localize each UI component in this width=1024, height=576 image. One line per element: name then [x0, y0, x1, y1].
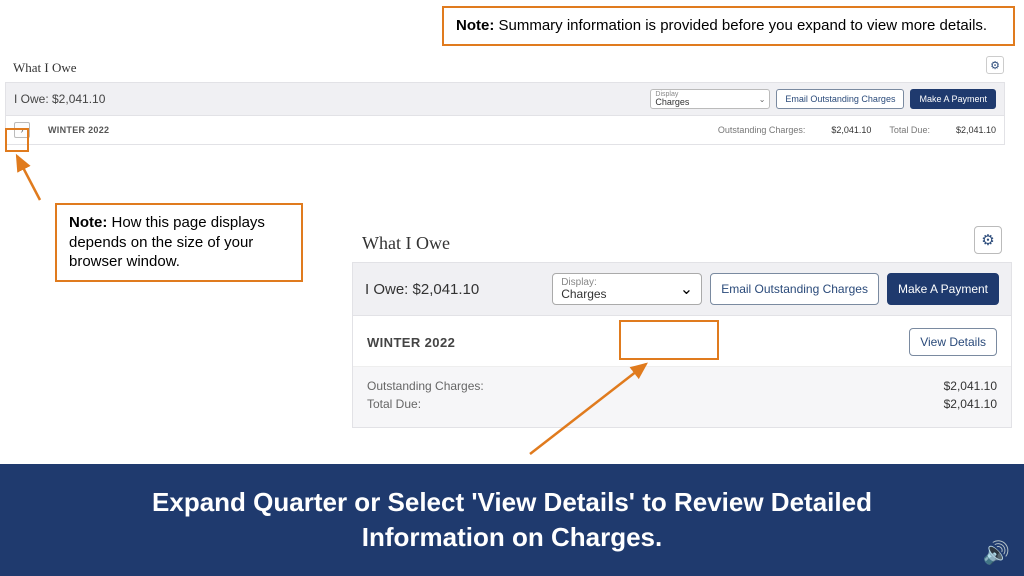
wide-view: What I Owe I Owe: $2,041.10 Display Char…: [5, 56, 1005, 145]
total-due-label: Total Due:: [889, 125, 930, 135]
display-select[interactable]: Display: Charges ⌄: [552, 273, 702, 305]
email-charges-button[interactable]: Email Outstanding Charges: [776, 89, 904, 109]
term-card: WINTER 2022 View Details Outstanding Cha…: [352, 316, 1012, 428]
view-details-button[interactable]: View Details: [909, 328, 997, 356]
instruction-banner: Expand Quarter or Select 'View Details' …: [0, 464, 1024, 576]
note-text: Summary information is provided before y…: [499, 17, 988, 34]
term-label: WINTER 2022: [367, 335, 455, 350]
outstanding-label: Outstanding Charges:: [718, 125, 806, 135]
term-row[interactable]: › WINTER 2022 Outstanding Charges: $2,04…: [5, 116, 1005, 145]
i-owe-label: I Owe: $2,041.10: [365, 281, 479, 298]
total-due-label: Total Due:: [367, 397, 421, 411]
instruction-text: Expand Quarter or Select 'View Details' …: [0, 485, 1024, 555]
display-select-value: Charges: [561, 288, 606, 301]
summary-bar: I Owe: $2,041.10 Display: Charges ⌄ Emai…: [352, 262, 1012, 316]
email-charges-button[interactable]: Email Outstanding Charges: [710, 273, 879, 305]
summary-bar: I Owe: $2,041.10 Display Charges ⌄ Email…: [5, 82, 1005, 116]
make-payment-button[interactable]: Make A Payment: [910, 89, 996, 109]
note-summary: Note: Summary information is provided be…: [442, 6, 1015, 46]
outstanding-value: $2,041.10: [831, 125, 871, 135]
outstanding-value: $2,041.10: [944, 379, 997, 393]
outstanding-label: Outstanding Charges:: [367, 379, 484, 393]
display-select-value: Charges: [655, 98, 689, 107]
display-select[interactable]: Display Charges ⌄: [650, 89, 770, 109]
note-prefix: Note:: [456, 17, 499, 34]
note-responsive: Note: How this page displays depends on …: [55, 203, 303, 282]
gear-icon[interactable]: ⚙: [974, 226, 1002, 254]
total-due-value: $2,041.10: [944, 397, 997, 411]
note-prefix: Note:: [69, 214, 112, 231]
chevron-down-icon: ⌄: [680, 279, 693, 299]
speaker-icon: 🔊: [983, 540, 1010, 566]
compact-view: What I Owe ⚙ I Owe: $2,041.10 Display: C…: [352, 218, 1012, 428]
chevron-down-icon: ⌄: [759, 95, 766, 104]
gear-icon[interactable]: ⚙: [986, 56, 1004, 74]
total-due-value: $2,041.10: [956, 125, 996, 135]
i-owe-label: I Owe: $2,041.10: [14, 92, 644, 106]
page-title: What I Owe: [362, 233, 450, 254]
term-label: WINTER 2022: [48, 125, 700, 135]
page-title: What I Owe: [5, 56, 1005, 82]
make-payment-button[interactable]: Make A Payment: [887, 273, 999, 305]
expand-chevron-icon[interactable]: ›: [14, 122, 30, 138]
